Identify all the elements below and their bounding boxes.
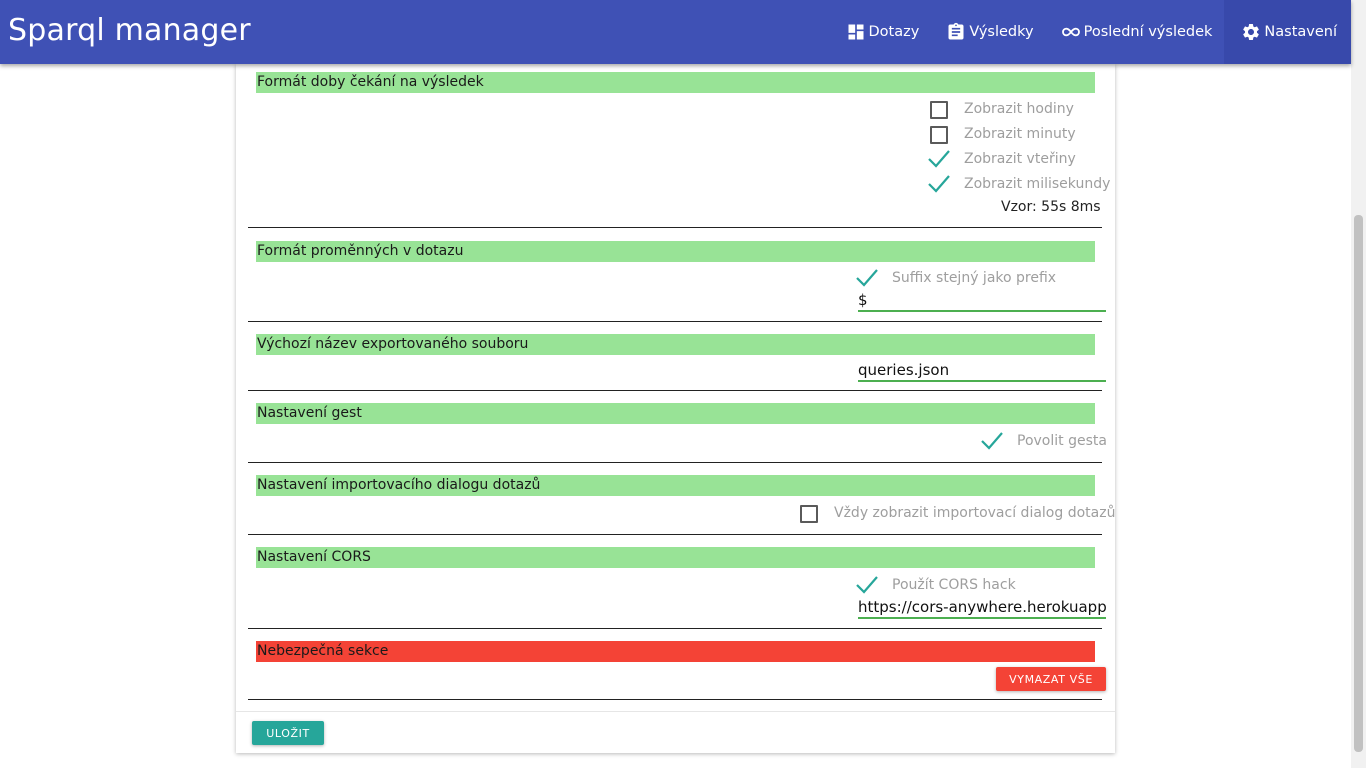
nav-item-settings[interactable]: Nastavení: [1224, 0, 1351, 64]
section-header: Formát doby čekání na výsledek: [256, 72, 1095, 93]
top-navbar: Sparql manager Dotazy Výsledky Poslední …: [0, 0, 1351, 64]
dashboard-icon: [845, 21, 867, 43]
check-icon[interactable]: [927, 174, 951, 194]
settings-card: Formát doby čekání na výsledek Zobrazit …: [236, 64, 1115, 753]
section-header: Nastavení importovacího dialogu dotazů: [256, 475, 1095, 496]
option-label[interactable]: Zobrazit hodiny: [964, 101, 1074, 117]
section-header: Formát proměnných v dotazu: [256, 241, 1095, 262]
section-wait-format: Formát doby čekání na výsledek Zobrazit …: [248, 64, 1110, 228]
section-variables: Formát proměnných v dotazu Suffix stejný…: [248, 228, 1106, 322]
section-header: Nastavení CORS: [256, 547, 1095, 568]
section-danger: Nebezpečná sekce VYMAZAT VŠE: [248, 629, 1106, 700]
nav-item-queries[interactable]: Dotazy: [831, 0, 932, 64]
footer-divider: [236, 711, 1115, 712]
clipboard-icon: [945, 21, 967, 43]
app-title[interactable]: Sparql manager: [8, 13, 251, 48]
check-icon[interactable]: [927, 149, 951, 169]
checkbox-always-show-import[interactable]: [800, 505, 818, 523]
nav-item-label: Dotazy: [868, 24, 920, 40]
option-label[interactable]: Zobrazit vteřiny: [964, 151, 1076, 167]
option-label[interactable]: Povolit gesta: [1017, 433, 1107, 449]
section-header: Nastavení gest: [256, 403, 1095, 424]
check-icon[interactable]: [855, 575, 879, 595]
check-icon[interactable]: [855, 268, 879, 288]
save-button[interactable]: ULOŽIT: [252, 721, 324, 745]
nav-item-label: Poslední výsledek: [1083, 24, 1213, 40]
option-label[interactable]: Zobrazit milisekundy: [964, 176, 1110, 192]
section-header-danger: Nebezpečná sekce: [256, 641, 1095, 662]
checkbox-show-minutes[interactable]: [930, 126, 948, 144]
option-label[interactable]: Zobrazit minuty: [964, 126, 1076, 142]
gear-icon: [1240, 21, 1262, 43]
nav-item-label: Nastavení: [1264, 24, 1337, 40]
option-label[interactable]: Použít CORS hack: [892, 577, 1016, 593]
option-label[interactable]: Vždy zobrazit importovací dialog dotazů: [834, 505, 1115, 521]
nav-item-results[interactable]: Výsledky: [931, 0, 1045, 64]
infinity-icon: [1060, 21, 1082, 43]
section-export: Výchozí název exportovaného souboru quer…: [248, 322, 1106, 391]
cors-url-input[interactable]: https://cors-anywhere.herokuapp.com/: [858, 597, 1106, 619]
scrollbar-thumb[interactable]: [1354, 215, 1363, 752]
section-gestures: Nastavení gest Povolit gesta: [248, 391, 1107, 463]
prefix-input[interactable]: $: [858, 290, 1106, 312]
page-scrollbar[interactable]: [1351, 0, 1366, 768]
option-label[interactable]: Suffix stejný jako prefix: [892, 270, 1056, 286]
time-format-sample: Vzor: 55s 8ms: [1001, 199, 1101, 215]
check-icon[interactable]: [980, 431, 1004, 451]
nav-menu: Dotazy Výsledky Poslední výsledek Nastav…: [831, 0, 1351, 64]
nav-item-last-result[interactable]: Poslední výsledek: [1046, 0, 1225, 64]
checkbox-show-hours[interactable]: [930, 101, 948, 119]
section-import-dialog: Nastavení importovacího dialogu dotazů V…: [248, 463, 1115, 535]
clear-all-button[interactable]: VYMAZAT VŠE: [996, 667, 1106, 691]
section-cors: Nastavení CORS Použít CORS hack https://…: [248, 535, 1106, 629]
section-header: Výchozí název exportovaného souboru: [256, 334, 1095, 355]
nav-item-label: Výsledky: [969, 24, 1034, 40]
export-filename-input[interactable]: queries.json: [858, 360, 1106, 382]
